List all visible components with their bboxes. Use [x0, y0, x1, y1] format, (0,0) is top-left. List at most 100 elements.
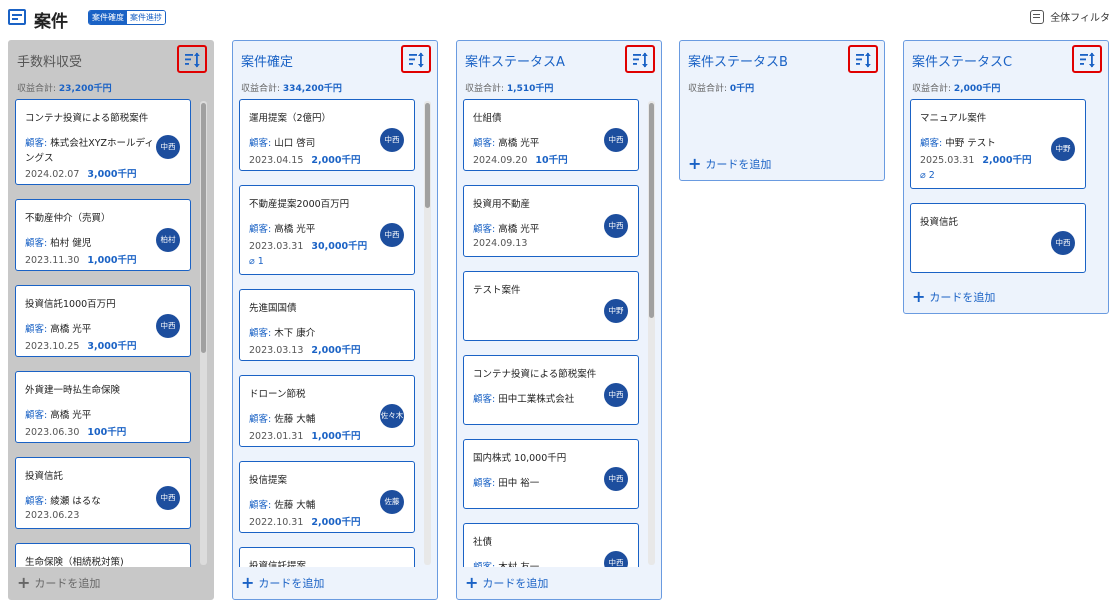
deal-card[interactable]: 外貨建一時払生命保険 顧客: 高橋 光平 2023.06.30 100千円	[15, 371, 191, 443]
deal-card[interactable]: ドローン節税 顧客: 佐藤 大輔 2023.01.31 1,000千円 佐々木	[239, 375, 415, 447]
kanban-board: 手数料収受 収益合計: 23,200千円 コンテナ投資による節税案件 顧客: 株式会社…	[8, 40, 1112, 604]
tab-progress[interactable]: 案件進捗	[127, 11, 165, 24]
column-sum: 収益合計: 2,000千円	[912, 81, 1000, 94]
assignee-avatar[interactable]: 佐々木	[380, 404, 404, 428]
card-date: 2023.11.30	[25, 255, 80, 266]
attachment-number: 1	[257, 256, 264, 267]
assignee-avatar[interactable]: 中野	[1051, 137, 1075, 161]
card-date: 2025.03.31	[920, 155, 975, 166]
card-date: 2023.10.25	[25, 341, 80, 352]
scrollbar[interactable]	[200, 101, 207, 565]
assignee-avatar[interactable]: 中西	[156, 314, 180, 338]
customer-label: 顧客:	[473, 224, 496, 235]
deal-card[interactable]: 投資信託 中西	[910, 203, 1086, 273]
assignee-avatar[interactable]: 柏村	[156, 228, 180, 252]
add-card-button[interactable]: + カードを追加	[17, 575, 100, 591]
deal-card[interactable]: コンテナ投資による節税案件顧客: 田中工業株式会社 中西	[463, 355, 639, 425]
card-title: コンテナ投資による節税案件	[473, 369, 597, 380]
deal-card[interactable]: 先進国国債 顧客: 木下 康介 2023.03.13 2,000千円	[239, 289, 415, 361]
customer-name: 高橋 光平	[274, 224, 316, 235]
scroll-thumb[interactable]	[649, 103, 654, 318]
customer-label: 顧客:	[920, 138, 943, 149]
deal-card[interactable]: 社債顧客: 木村 友一 中西	[463, 523, 639, 567]
deal-card[interactable]: 生命保険（相続税対策)	[15, 543, 191, 567]
plus-icon: +	[465, 573, 479, 592]
assignee-avatar[interactable]: 中西	[604, 214, 628, 238]
deal-card[interactable]: 投資信託提案	[239, 547, 415, 567]
card-title: ドローン節税	[249, 389, 306, 400]
customer-label: 顧客:	[249, 138, 272, 149]
card-title: 社債	[473, 537, 493, 548]
card-customer: 顧客: 高橋 光平	[25, 408, 155, 423]
assignee-avatar[interactable]: 中西	[156, 135, 180, 159]
assignee-avatar[interactable]: 中西	[604, 467, 628, 491]
add-card-button[interactable]: + カードを追加	[688, 156, 771, 172]
assignee-avatar[interactable]: 中野	[604, 299, 628, 323]
sort-button[interactable]	[177, 45, 207, 73]
scrollbar[interactable]	[424, 101, 431, 565]
assignee-avatar[interactable]: 中西	[156, 486, 180, 510]
customer-label: 顧客:	[249, 414, 272, 425]
card-title: 生命保険（相続税対策)	[25, 557, 124, 567]
tab-probability[interactable]: 案件確度	[89, 11, 127, 24]
card-amount: 3,000千円	[87, 341, 137, 352]
deal-card[interactable]: 投資信託1000百万円 顧客: 高橋 光平 2023.10.25 3,000千円 中西	[15, 285, 191, 357]
card-meta: 2023.10.25 3,000千円	[25, 338, 136, 352]
assignee-avatar[interactable]: 中西	[604, 551, 628, 567]
deal-card[interactable]: マニュアル案件 顧客: 中野 テスト 2025.03.31 2,000千円 ⌀ 2 中野	[910, 99, 1086, 189]
card-meta: 2023.06.30 100千円	[25, 424, 126, 438]
assignee-avatar[interactable]: 中西	[1051, 231, 1075, 255]
assignee-avatar[interactable]: 中西	[604, 383, 628, 407]
customer-name: 田中工業株式会社	[498, 394, 575, 405]
card-amount: 10千円	[535, 155, 568, 166]
card-customer: 顧客: 株式会社XYZホールディングス	[25, 136, 155, 166]
sort-button[interactable]	[625, 45, 655, 73]
deal-card[interactable]: コンテナ投資による節税案件 顧客: 株式会社XYZホールディングス 2024.02.…	[15, 99, 191, 185]
sum-value: 0千円	[729, 84, 755, 94]
card-customer: 顧客: 田中工業株式会社	[473, 392, 603, 407]
deal-card[interactable]: 投資用不動産 顧客: 高橋 光平 2024.09.13 中西	[463, 185, 639, 257]
deal-card[interactable]: 投資信託 顧客: 綾瀬 はるな 2023.06.23 中西	[15, 457, 191, 529]
card-title: 投資用不動産	[473, 199, 531, 210]
attachment-count[interactable]: ⌀ 1	[249, 256, 264, 267]
card-title: 運用提案（2億円）	[249, 113, 332, 124]
assignee-avatar[interactable]: 佐藤	[380, 490, 404, 514]
add-card-label: カードを追加	[482, 577, 549, 590]
add-card-button[interactable]: + カードを追加	[241, 575, 324, 591]
card-customer: 顧客: 佐藤 大輔	[249, 412, 379, 427]
assignee-avatar[interactable]: 中西	[604, 128, 628, 152]
assignee-avatar[interactable]: 中西	[380, 128, 404, 152]
view-tabs: 案件確度 案件進捗	[88, 10, 166, 25]
deal-card[interactable]: 国内株式 10,000千円 顧客: 田中 裕一 中西	[463, 439, 639, 509]
attachment-number: 2	[928, 170, 935, 181]
deal-card[interactable]: 不動産仲介（売買） 顧客: 柏村 健児 2023.11.30 1,000千円 柏村	[15, 199, 191, 271]
deal-card[interactable]: 不動産提案2000百万円 顧客: 高橋 光平 2023.03.31 30,000千円 ⌀…	[239, 185, 415, 275]
add-card-button[interactable]: + カードを追加	[912, 289, 995, 305]
scroll-thumb[interactable]	[201, 103, 206, 353]
card-date: 2024.09.13	[473, 238, 528, 249]
card-amount: 2,000千円	[311, 345, 361, 356]
deal-card[interactable]: 仕組債 顧客: 高橋 光平 2024.09.20 10千円 中西	[463, 99, 639, 171]
card-date: 2023.03.13	[249, 345, 304, 356]
attachment-count[interactable]: ⌀ 2	[920, 170, 935, 181]
customer-label: 顧客:	[473, 478, 496, 489]
deal-card[interactable]: テスト案件 中野	[463, 271, 639, 341]
scroll-thumb[interactable]	[425, 103, 430, 208]
assignee-avatar[interactable]: 中西	[380, 223, 404, 247]
deal-card[interactable]: 運用提案（2億円） 顧客: 山口 啓司 2023.04.15 2,000千円 中西	[239, 99, 415, 171]
card-amount: 30,000千円	[311, 241, 368, 252]
sum-label: 収益合計:	[241, 84, 281, 94]
sort-button[interactable]	[848, 45, 878, 73]
customer-name: 高橋 光平	[498, 138, 540, 149]
scrollbar[interactable]	[648, 101, 655, 565]
customer-label: 顧客:	[473, 562, 495, 567]
sort-icon	[185, 52, 200, 68]
page-title: 案件	[34, 12, 68, 32]
customer-name: 木村 友一	[498, 562, 539, 567]
global-filter-button[interactable]: 全体フィルタ	[1030, 9, 1110, 24]
deal-card[interactable]: 投信提案 顧客: 佐藤 大輔 2022.10.31 2,000千円 佐藤	[239, 461, 415, 533]
sort-button[interactable]	[401, 45, 431, 73]
add-card-button[interactable]: + カードを追加	[465, 575, 548, 591]
card-amount: 1,000千円	[311, 431, 361, 442]
sort-button[interactable]	[1072, 45, 1102, 73]
